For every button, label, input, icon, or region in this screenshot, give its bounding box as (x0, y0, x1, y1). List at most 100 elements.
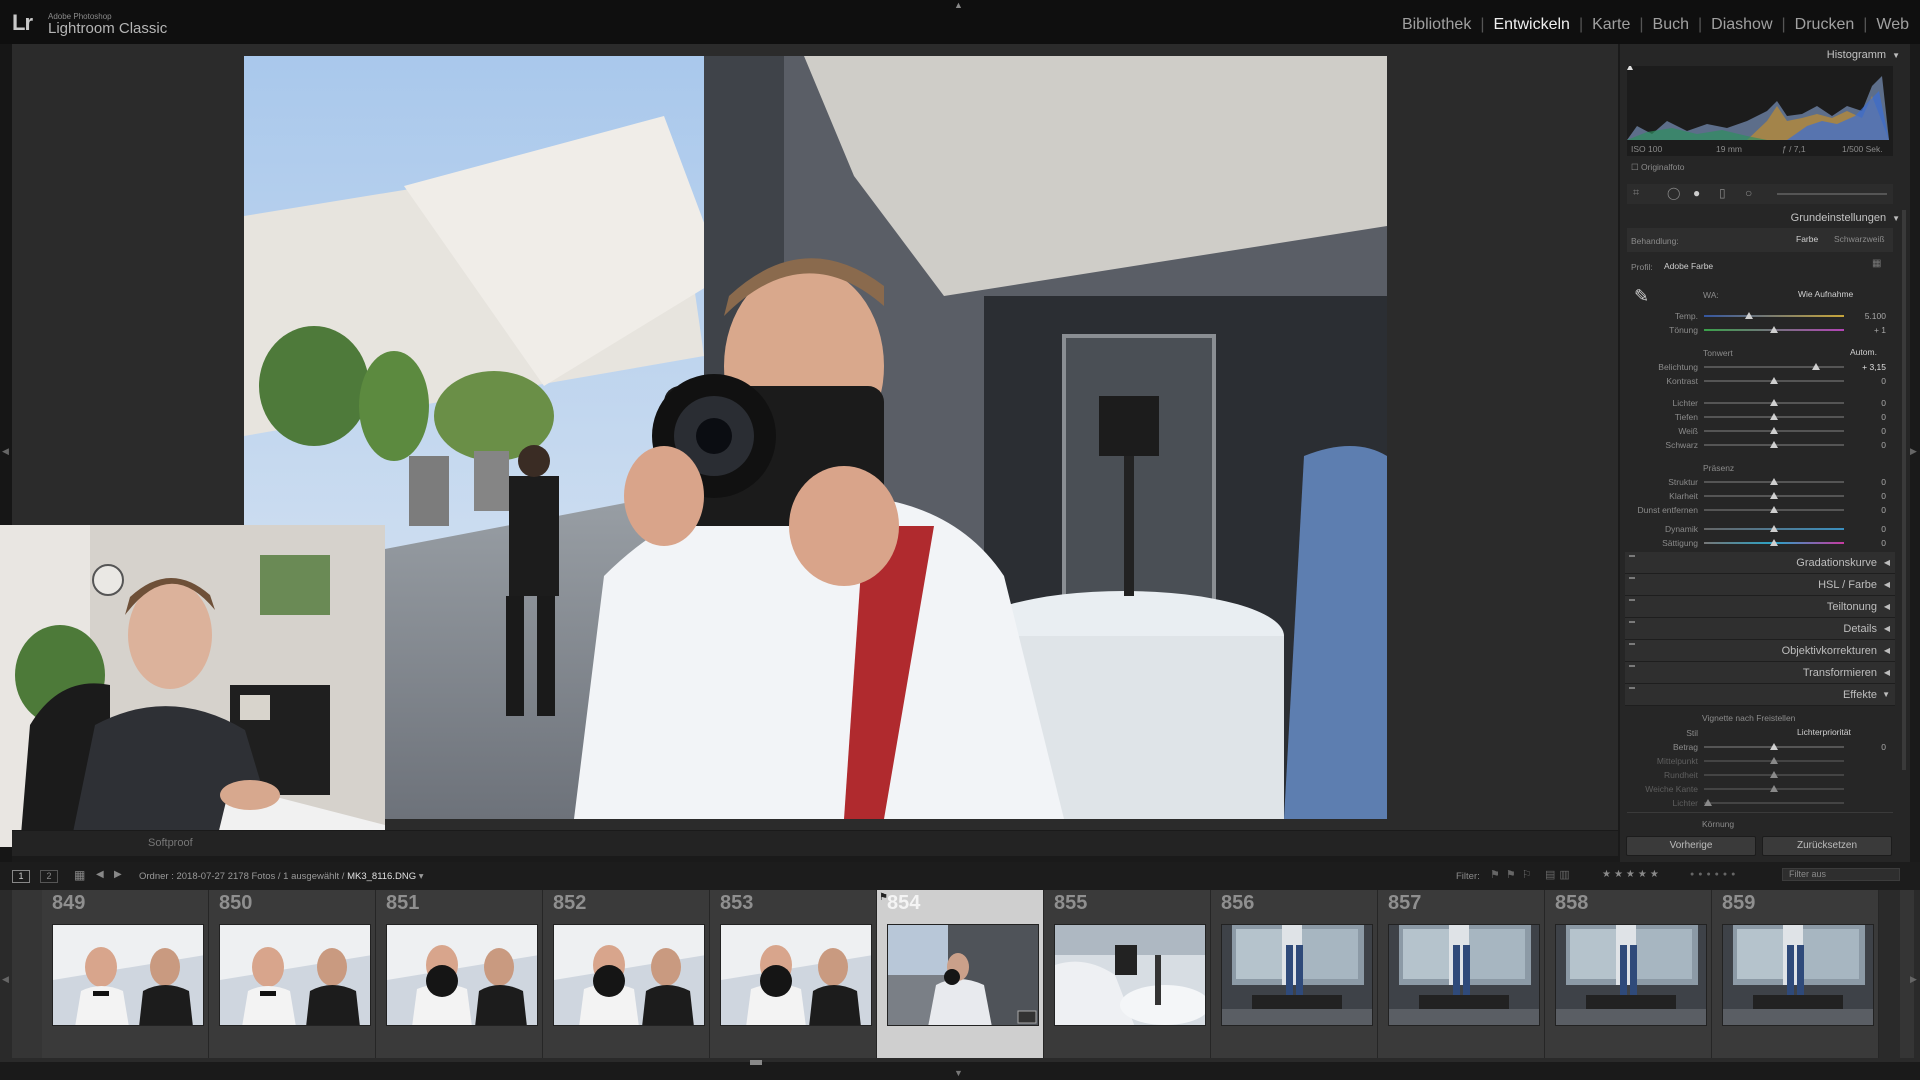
radial-filter-icon[interactable]: ○ (1745, 186, 1752, 200)
section-toggle-icon[interactable] (1629, 665, 1635, 667)
tint-slider-knob[interactable] (1770, 326, 1778, 333)
contrast-slider-knob[interactable] (1770, 377, 1778, 384)
module-bibliothek[interactable]: Bibliothek (1393, 16, 1480, 34)
forward-arrow-icon[interactable]: ▶ (114, 869, 122, 880)
module-web[interactable]: Web (1867, 16, 1918, 34)
filmstrip-thumbnail[interactable] (553, 924, 705, 1026)
texture-value[interactable]: 0 (1846, 477, 1886, 487)
filmstrip-cell[interactable]: 852 (543, 890, 710, 1058)
section-hsl[interactable]: HSL / Farbe ◀ (1625, 574, 1895, 596)
filmstrip-cell[interactable]: 854 ⚑ (877, 890, 1044, 1058)
wb-dropdown[interactable]: Wie Aufnahme (1798, 289, 1853, 299)
vignette-highlights-slider[interactable] (1704, 802, 1844, 804)
module-entwickeln[interactable]: Entwickeln (1484, 16, 1578, 34)
color-label-filter[interactable]: ●●●●●● (1690, 871, 1739, 878)
filmstrip-thumbnail[interactable] (1221, 924, 1373, 1026)
filmstrip-source-path[interactable]: Ordner : 2018-07-27 2178 Fotos / 1 ausge… (139, 871, 424, 882)
filmstrip-cell[interactable]: 859 (1712, 890, 1879, 1058)
temp-slider-knob[interactable] (1745, 312, 1753, 319)
section-lens-corrections[interactable]: Objektivkorrekturen ◀ (1625, 640, 1895, 662)
red-eye-icon[interactable]: ● (1693, 186, 1700, 200)
section-toggle-icon[interactable] (1629, 687, 1635, 689)
filmstrip-thumbnail[interactable] (1555, 924, 1707, 1026)
filmstrip-partial-cell[interactable] (12, 890, 42, 1058)
filmstrip-thumbnail[interactable] (1388, 924, 1540, 1026)
module-diashow[interactable]: Diashow (1702, 16, 1781, 34)
section-toggle-icon[interactable] (1629, 621, 1635, 623)
right-panel-toggle-icon[interactable]: ▶ (1910, 446, 1917, 457)
module-karte[interactable]: Karte (1583, 16, 1639, 34)
top-panel-toggle-icon[interactable]: ▲ (954, 0, 963, 10)
clarity-value[interactable]: 0 (1846, 491, 1886, 501)
bottom-panel-toggle-icon[interactable]: ▼ (954, 1068, 963, 1078)
vignette-highlights-knob[interactable] (1704, 799, 1712, 806)
brush-slider[interactable] (1777, 193, 1887, 195)
histogram-header[interactable]: Histogramm ▼ (1827, 49, 1900, 61)
vignette-style-dropdown[interactable]: Lichterpriorität (1797, 727, 1851, 737)
filmstrip-cell[interactable]: 853 (710, 890, 877, 1058)
dehaze-slider-knob[interactable] (1770, 506, 1778, 513)
section-toggle-icon[interactable] (1629, 643, 1635, 645)
vignette-amount-value[interactable]: 0 (1846, 742, 1886, 752)
section-tone-curve[interactable]: Gradationskurve ◀ (1625, 552, 1895, 574)
main-photo[interactable] (244, 56, 1387, 819)
filmstrip-cell[interactable]: 849 (42, 890, 209, 1058)
flag-filter-icons[interactable]: ⚑⚑⚐ (1490, 868, 1538, 881)
filmstrip-thumbnail[interactable] (52, 924, 204, 1026)
blacks-value[interactable]: 0 (1846, 440, 1886, 450)
auto-tone-button[interactable]: Autom. (1850, 347, 1877, 357)
flag-icon[interactable]: ⚑ (879, 892, 888, 903)
white-balance-eyedropper-icon[interactable]: ✎ (1634, 286, 1649, 307)
filmstrip-thumbnail[interactable] (386, 924, 538, 1026)
whites-slider-knob[interactable] (1770, 427, 1778, 434)
filmstrip-thumbnail[interactable] (219, 924, 371, 1026)
filmstrip-cell[interactable]: 850 (209, 890, 376, 1058)
basic-header[interactable]: Grundeinstellungen ▼ (1791, 212, 1900, 224)
primary-window-button[interactable]: 1 (12, 870, 30, 883)
vignette-roundness-knob[interactable] (1770, 771, 1778, 778)
module-buch[interactable]: Buch (1644, 16, 1698, 34)
exposure-value[interactable]: + 3,15 (1846, 362, 1886, 372)
section-details[interactable]: Details ◀ (1625, 618, 1895, 640)
section-effects[interactable]: Effekte ▼ (1625, 684, 1895, 706)
section-toggle-icon[interactable] (1629, 555, 1635, 557)
treatment-bw-button[interactable]: Schwarzweiß (1834, 234, 1885, 244)
grid-view-icon[interactable]: ▦ (74, 868, 85, 882)
module-drucken[interactable]: Drucken (1786, 16, 1864, 34)
crop-icon[interactable]: ⌗ (1633, 187, 1639, 200)
highlights-value[interactable]: 0 (1846, 398, 1886, 408)
filmstrip-thumbnail[interactable] (887, 924, 1039, 1026)
original-photo-checkbox[interactable]: ☐ Originalfoto (1631, 162, 1684, 173)
section-toggle-icon[interactable] (1629, 599, 1635, 601)
dehaze-value[interactable]: 0 (1846, 505, 1886, 515)
filmstrip-cell[interactable]: 851 (376, 890, 543, 1058)
previous-button[interactable]: Vorherige (1626, 836, 1756, 856)
filmstrip-cell[interactable]: 857 (1378, 890, 1545, 1058)
filmstrip-cell[interactable]: 855 (1044, 890, 1211, 1058)
filmstrip-left-arrow-icon[interactable]: ◀ (2, 974, 9, 985)
vignette-feather-knob[interactable] (1770, 785, 1778, 792)
shadows-value[interactable]: 0 (1846, 412, 1886, 422)
filmstrip-scrollbar[interactable] (750, 1060, 762, 1065)
filmstrip-cell[interactable]: 858 (1545, 890, 1712, 1058)
contrast-value[interactable]: 0 (1846, 376, 1886, 386)
left-panel-toggle-icon[interactable]: ◀ (2, 446, 9, 457)
texture-slider-knob[interactable] (1770, 478, 1778, 485)
highlights-slider-knob[interactable] (1770, 399, 1778, 406)
temp-value[interactable]: 5.100 (1846, 311, 1886, 321)
softproof-checkbox[interactable]: Softproof (148, 837, 193, 849)
filmstrip-thumbnail[interactable] (1722, 924, 1874, 1026)
section-toggle-icon[interactable] (1629, 577, 1635, 579)
saturation-slider-knob[interactable] (1770, 539, 1778, 546)
graduated-filter-icon[interactable]: ▯ (1719, 186, 1726, 200)
reset-button[interactable]: Zurücksetzen (1762, 836, 1892, 856)
section-split-toning[interactable]: Teiltonung ◀ (1625, 596, 1895, 618)
rating-filter-stars[interactable]: ★★★★★ (1602, 869, 1662, 880)
filmstrip-right-arrow-icon[interactable]: ▶ (1910, 974, 1917, 985)
exposure-slider[interactable] (1704, 366, 1844, 368)
histogram-graph[interactable] (1627, 64, 1893, 156)
treatment-color-button[interactable]: Farbe (1796, 234, 1818, 244)
whites-value[interactable]: 0 (1846, 426, 1886, 436)
right-panel-scrollbar[interactable] (1902, 210, 1906, 770)
vibrance-value[interactable]: 0 (1846, 524, 1886, 534)
